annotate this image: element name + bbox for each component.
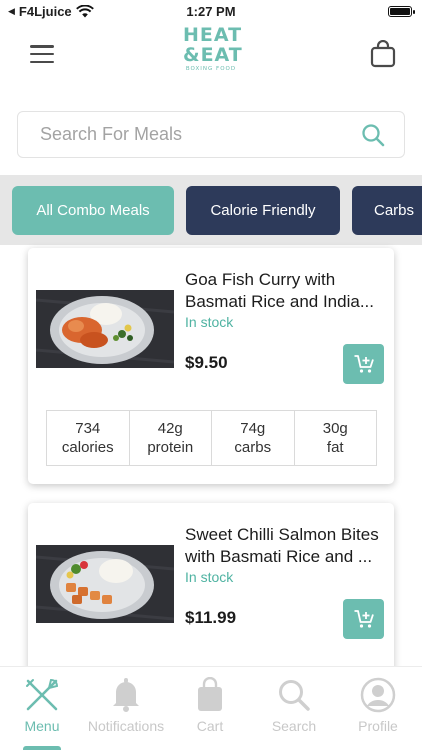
add-to-cart-button[interactable] <box>343 599 384 639</box>
category-filter-bar: All Combo Meals Calorie Friendly Carbs <box>0 175 422 245</box>
meal-title[interactable]: Goa Fish Curry with Basmati Rice and Ind… <box>185 269 390 313</box>
tab-cart-label: Cart <box>196 718 224 734</box>
stock-status: In stock <box>185 569 234 585</box>
add-to-cart-button[interactable] <box>343 344 384 384</box>
battery-icon <box>388 6 415 17</box>
tab-profile[interactable]: Profile <box>336 675 420 739</box>
nutrition-value: 30g <box>322 420 348 437</box>
search-bar <box>17 111 405 158</box>
nutrition-table: 734 calories 42g protein 74g carbs 30g f… <box>46 410 377 466</box>
nutrition-value: 42g <box>157 420 183 437</box>
tab-search-label: Search <box>271 718 317 734</box>
stock-status: In stock <box>185 314 234 330</box>
meal-title[interactable]: Sweet Chilli Salmon Bites with Basmati R… <box>185 524 390 568</box>
hamburger-menu-icon[interactable] <box>30 45 54 63</box>
nutrition-unit: calories <box>61 439 114 456</box>
logo-line-1: HEAT <box>183 24 243 46</box>
nutrition-value: 74g <box>240 420 266 437</box>
meal-image-sweet-chilli-salmon[interactable] <box>36 545 174 623</box>
meal-image-goa-fish-curry[interactable] <box>36 290 174 368</box>
nutrition-unit: carbs <box>234 439 272 456</box>
app-header: HEAT &EAT BOXING FOOD <box>0 24 422 92</box>
filter-chip-all-combo-meals[interactable]: All Combo Meals <box>12 186 174 235</box>
bell-icon <box>106 675 146 715</box>
tab-profile-label: Profile <box>358 718 398 734</box>
status-bar: ◀ F4Ljuice 1:27 PM <box>0 0 422 24</box>
shopping-bag-icon[interactable] <box>370 39 396 68</box>
logo-line-2: &EAT <box>183 44 243 66</box>
nutrition-carbs: 74g carbs <box>212 411 295 465</box>
app-screen: ◀ F4Ljuice 1:27 PM HEAT &EAT BOXING FOOD <box>0 0 422 750</box>
tab-notifications-label: Notifications <box>87 718 165 734</box>
meal-price: $9.50 <box>185 353 228 372</box>
nutrition-calories: 734 calories <box>47 411 130 465</box>
user-icon <box>358 675 398 715</box>
meal-card[interactable]: Goa Fish Curry with Basmati Rice and Ind… <box>28 248 394 484</box>
meal-title-line-1: Goa Fish Curry with <box>185 270 336 289</box>
brand-logo: HEAT &EAT BOXING FOOD <box>183 24 243 86</box>
filter-chip-calorie-friendly[interactable]: Calorie Friendly <box>186 186 340 235</box>
meal-title-line-1: Sweet Chilli Salmon Bites <box>185 525 379 544</box>
add-to-cart-icon <box>354 610 374 628</box>
nutrition-protein: 42g protein <box>130 411 212 465</box>
nutrition-unit: fat <box>326 439 344 456</box>
search-icon[interactable] <box>361 123 385 147</box>
meal-price: $11.99 <box>185 608 237 627</box>
search-icon <box>274 675 314 715</box>
active-tab-indicator <box>23 746 61 750</box>
tab-search[interactable]: Search <box>252 675 336 739</box>
nutrition-unit: protein <box>147 439 194 456</box>
tab-menu-label: Menu <box>24 718 60 734</box>
add-to-cart-icon <box>354 355 374 373</box>
shopping-bag-icon <box>190 675 230 715</box>
search-input[interactable] <box>40 112 360 157</box>
fork-knife-icon <box>22 675 62 715</box>
nutrition-fat: 30g fat <box>295 411 377 465</box>
tab-menu[interactable]: Menu <box>0 675 84 739</box>
tab-cart[interactable]: Cart <box>168 675 252 739</box>
meal-title-line-2: with Basmati Rice and ... <box>185 547 373 566</box>
bottom-tab-bar: Menu Notifications Cart Search Profile <box>0 666 422 750</box>
tab-notifications[interactable]: Notifications <box>84 675 168 739</box>
status-time: 1:27 PM <box>186 4 236 19</box>
logo-tagline: BOXING FOOD <box>185 66 237 72</box>
meal-title-line-2: Basmati Rice and India... <box>185 292 374 311</box>
nutrition-value: 734 <box>75 420 101 437</box>
filter-chip-carbs[interactable]: Carbs <box>352 186 422 235</box>
